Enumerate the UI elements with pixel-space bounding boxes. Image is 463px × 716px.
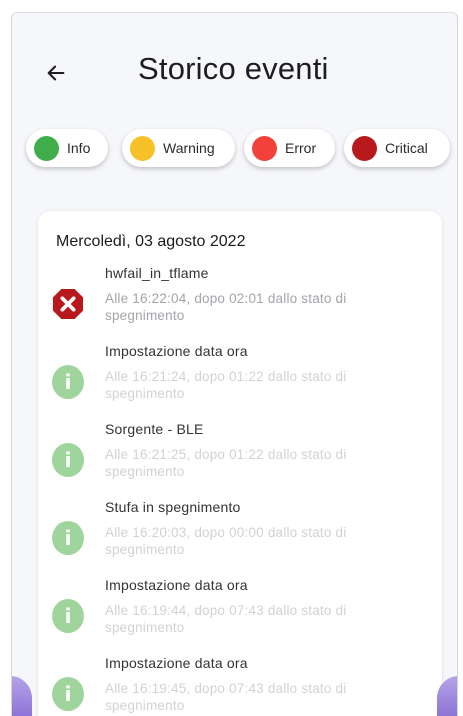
filter-chip-warning[interactable]: Warning <box>122 129 235 167</box>
event-title: Sorgente - BLE <box>105 421 204 437</box>
event-description: Alle 16:19:44, dopo 07:43 dallo stato di… <box>105 603 347 635</box>
warning-dot-icon <box>130 135 155 161</box>
filter-chip-label: Info <box>67 140 91 156</box>
event-day-card: Mercoledì, 03 agosto 2022 hwfail_in_tfla… <box>38 211 442 716</box>
event-item[interactable]: i Stufa in spegnimento Alle 16:20:03, do… <box>38 499 442 577</box>
event-title: Impostazione data ora <box>105 577 248 593</box>
info-icon: i <box>52 521 84 555</box>
error-dot-icon <box>252 135 277 161</box>
error-octagon-icon <box>52 288 84 320</box>
filter-chip-label: Warning <box>163 140 215 156</box>
info-dot-icon <box>34 135 59 161</box>
filter-chip-info[interactable]: Info <box>26 129 108 167</box>
event-title: Stufa in spegnimento <box>105 499 241 515</box>
filter-chip-label: Critical <box>385 140 428 156</box>
back-button[interactable] <box>38 55 74 91</box>
event-item[interactable]: i Impostazione data ora Alle 16:21:24, d… <box>38 343 442 421</box>
info-icon: i <box>52 443 84 477</box>
arrow-left-icon <box>47 65 65 81</box>
event-item[interactable]: i Sorgente - BLE Alle 16:21:25, dopo 01:… <box>38 421 442 499</box>
event-description: Alle 16:21:25, dopo 01:22 dallo stato di… <box>105 447 347 479</box>
info-icon: i <box>52 677 84 711</box>
app-screen: Storico eventi Info Warning Error Critic… <box>11 12 458 716</box>
filter-chip-error[interactable]: Error <box>244 129 335 167</box>
event-description: Alle 16:21:24, dopo 01:22 dallo stato di… <box>105 369 347 401</box>
event-item[interactable]: i Impostazione data ora Alle 16:19:45, d… <box>38 655 442 716</box>
event-description: Alle 16:19:45, dopo 07:43 dallo stato di… <box>105 681 347 713</box>
info-icon: i <box>52 365 84 399</box>
event-item[interactable]: i Impostazione data ora Alle 16:19:44, d… <box>38 577 442 655</box>
page-title: Storico eventi <box>138 51 329 86</box>
event-description: Alle 16:20:03, dopo 00:00 dallo stato di… <box>105 525 347 557</box>
filter-chip-critical[interactable]: Critical <box>344 129 450 167</box>
event-title: hwfail_in_tflame <box>105 265 209 281</box>
event-title: Impostazione data ora <box>105 343 248 359</box>
decorative-corner <box>12 676 32 716</box>
critical-dot-icon <box>352 135 377 161</box>
filter-chip-label: Error <box>285 140 317 156</box>
info-icon: i <box>52 599 84 633</box>
event-description: Alle 16:22:04, dopo 02:01 dallo stato di… <box>105 291 347 323</box>
event-title: Impostazione data ora <box>105 655 248 671</box>
date-heading: Mercoledì, 03 agosto 2022 <box>56 233 246 250</box>
event-item[interactable]: hwfail_in_tflame Alle 16:22:04, dopo 02:… <box>38 265 442 343</box>
app-bar: Storico eventi <box>12 13 457 123</box>
